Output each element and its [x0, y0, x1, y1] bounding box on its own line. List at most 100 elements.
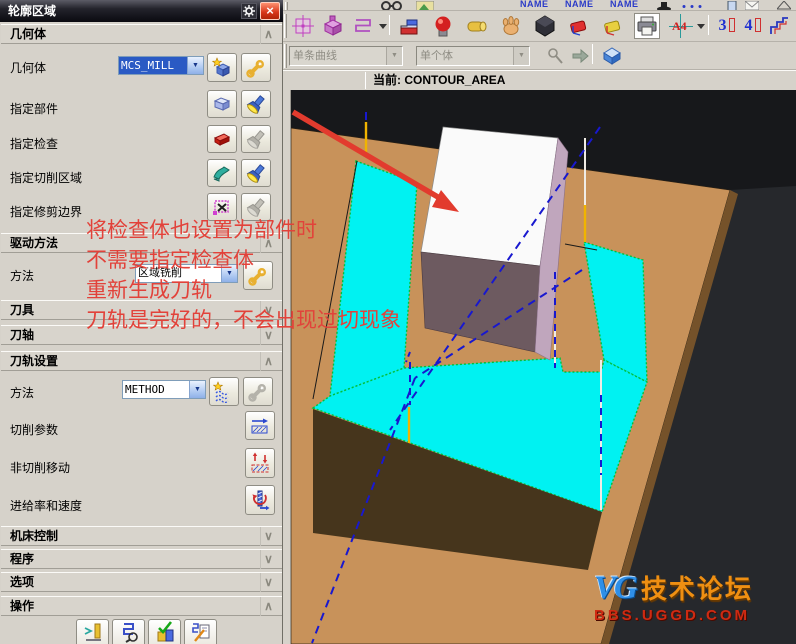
contour-area-dialog: 轮廓区域 × 几何体 ∧ 几何体 MCS_MILL ▼ 指定部件 指 [0, 0, 283, 644]
dialog-settings-button[interactable] [241, 3, 257, 19]
section-program-title: 程序 [10, 550, 34, 569]
boundary-point-icon[interactable] [290, 13, 316, 39]
edit-method-button[interactable] [243, 377, 273, 406]
path-method-combo[interactable]: METHOD ▼ [122, 380, 206, 399]
section-path-settings[interactable]: 刀轨设置 ∧ [1, 351, 282, 371]
graphics-viewport[interactable]: VG技术论坛 BBS.UGGD.COM [291, 90, 796, 644]
selection-scope-icon[interactable] [543, 43, 569, 69]
feeds-speeds-button[interactable] [245, 485, 275, 515]
panel-gutter [283, 90, 291, 644]
combo-arrow-icon[interactable]: ▼ [221, 265, 237, 282]
path-method-label: 方法 [10, 384, 34, 401]
select-next-icon[interactable] [567, 43, 593, 69]
view-4-button[interactable]: 4 [740, 13, 765, 39]
list-toolpath-icon [189, 620, 213, 644]
red-csys-tag-icon[interactable] [566, 13, 592, 39]
a4-label: A4 [672, 19, 687, 34]
steps-view-icon[interactable] [766, 13, 792, 39]
drive-method-combo[interactable]: 区域铣削 ▼ [135, 264, 238, 283]
non-cutting-button[interactable] [245, 448, 275, 478]
section-drive-method[interactable]: 驱动方法 ∧ [1, 233, 282, 253]
combo-arrow-icon[interactable]: ▼ [189, 381, 205, 398]
dialog-title: 轮廓区域 [8, 0, 56, 22]
print-icon[interactable] [634, 13, 660, 39]
flashlight-disabled-icon [246, 197, 266, 217]
yellow-csys-tag-icon[interactable] [600, 13, 626, 39]
dialog-close-button[interactable]: × [260, 2, 280, 20]
cutting-params-button[interactable] [245, 411, 275, 440]
generate-toolpath-icon [81, 620, 105, 644]
list-toolpath-button[interactable] [184, 619, 217, 644]
section-program[interactable]: 程序 ∨ [1, 549, 282, 569]
chevron-down-icon: ∨ [260, 527, 276, 546]
specify-check-button[interactable] [207, 125, 237, 153]
cut-area-icon [212, 163, 232, 183]
toolbar-separator [708, 15, 709, 35]
workpiece-icon[interactable] [532, 13, 558, 39]
combo-arrow-icon[interactable]: ▼ [187, 57, 203, 74]
drive-curve-icon[interactable] [350, 13, 376, 39]
specify-trim-button[interactable] [207, 193, 237, 221]
name-label: NAME [565, 0, 594, 9]
edit-drive-method-button[interactable] [243, 261, 273, 290]
wrench-icon [246, 58, 266, 78]
curve-rule-combo[interactable]: 单条曲线 ▼ [289, 46, 403, 66]
view-3-button[interactable]: 3 [714, 13, 739, 39]
view-4-bar-icon [755, 18, 761, 32]
toolbar-grip[interactable] [284, 14, 287, 38]
verify-toolpath-icon [153, 620, 177, 644]
generate-toolpath-button[interactable] [76, 619, 109, 644]
display-check-button[interactable] [241, 125, 271, 153]
create-tool-icon[interactable] [430, 13, 456, 39]
section-geometry[interactable]: 几何体 ∧ [1, 24, 282, 44]
chevron-down-icon: ∨ [260, 573, 276, 592]
new-method-button[interactable] [209, 377, 239, 406]
chevron-up-icon: ∧ [260, 234, 276, 253]
combo-arrow-icon[interactable]: ▼ [386, 47, 402, 65]
mail-icon[interactable] [745, 1, 759, 11]
flashlight-disabled-icon [246, 129, 266, 149]
create-program-icon[interactable] [396, 13, 422, 39]
body-rule-combo[interactable]: 单个体 ▼ [416, 46, 530, 66]
geometry-combo[interactable]: MCS_MILL ▼ [118, 56, 204, 75]
mill-geometry-icon[interactable] [320, 13, 346, 39]
display-cut-area-button[interactable] [241, 159, 271, 187]
cutting-params-label: 切削参数 [10, 421, 58, 438]
clipboard-icon[interactable] [727, 1, 737, 11]
dropdown-arrow-icon[interactable] [697, 24, 705, 29]
section-tool[interactable]: 刀具 ∨ [1, 300, 282, 320]
dropdown-arrow-icon[interactable] [379, 24, 387, 29]
wrench-disabled-icon [248, 382, 268, 402]
create-method-icon[interactable] [498, 13, 524, 39]
section-options[interactable]: 选项 ∨ [1, 572, 282, 592]
name-label: NAME [520, 0, 549, 9]
combo-arrow-icon[interactable]: ▼ [513, 47, 529, 65]
verify-toolpath-button[interactable] [148, 619, 181, 644]
forum-watermark: VG技术论坛 BBS.UGGD.COM [594, 572, 753, 623]
partial-icon[interactable] [777, 1, 791, 11]
tool-icon[interactable] [656, 2, 672, 11]
display-trim-button[interactable] [241, 193, 271, 221]
dialog-titlebar[interactable]: 轮廓区域 × [0, 0, 283, 22]
actions-button-row [0, 619, 283, 644]
toolbar-grip[interactable] [284, 44, 287, 68]
new-geometry-button[interactable] [207, 53, 237, 82]
replay-toolpath-button[interactable] [112, 619, 145, 644]
section-machine-control[interactable]: 机床控制 ∨ [1, 526, 282, 546]
fit-a4-icon[interactable]: A4 [668, 13, 694, 39]
part-geometry-icon [212, 94, 232, 114]
edit-geometry-button[interactable] [241, 53, 271, 82]
specify-part-button[interactable] [207, 90, 237, 118]
image-icon[interactable] [416, 1, 434, 11]
glasses-icon[interactable] [381, 1, 403, 11]
non-cutting-label: 非切削移动 [10, 459, 70, 476]
section-tool-axis[interactable]: 刀轴 ∨ [1, 325, 282, 345]
show-result-box-icon[interactable] [599, 43, 625, 69]
display-part-button[interactable] [241, 90, 271, 118]
view-4-label: 4 [745, 17, 753, 34]
watermark-logo: VG [594, 570, 636, 606]
specify-cut-area-button[interactable] [207, 159, 237, 187]
section-tool-title: 刀具 [10, 301, 34, 320]
section-actions[interactable]: 操作 ∧ [1, 596, 282, 616]
create-geometry-icon[interactable] [464, 13, 490, 39]
